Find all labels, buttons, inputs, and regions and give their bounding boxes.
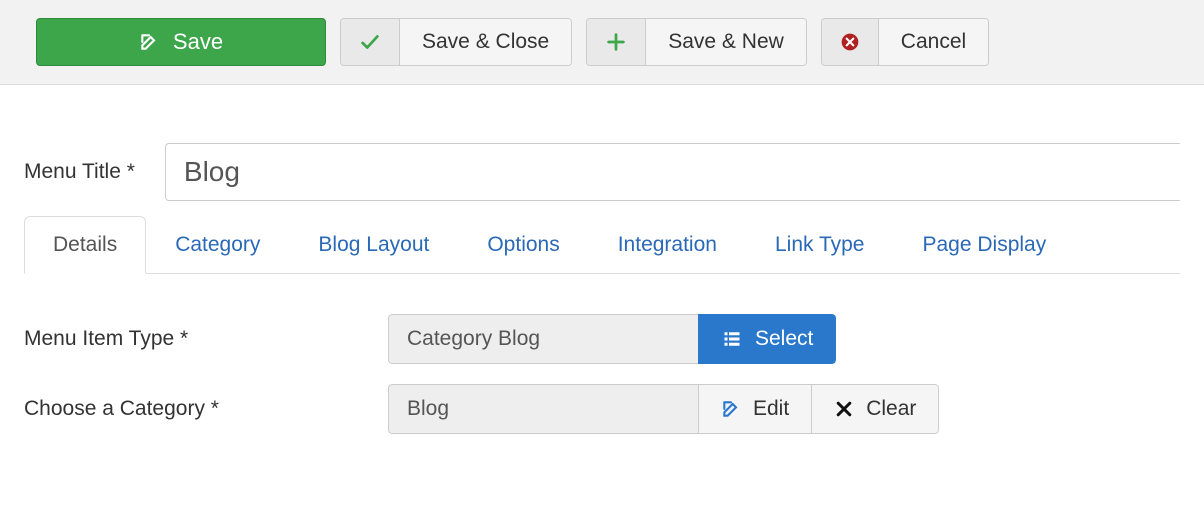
edit-icon — [721, 399, 741, 419]
plus-icon — [587, 19, 646, 65]
save-new-button[interactable]: Save & New — [586, 18, 807, 66]
check-icon — [341, 19, 400, 65]
tab-blog-layout[interactable]: Blog Layout — [289, 216, 458, 274]
save-close-button[interactable]: Save & Close — [340, 18, 572, 66]
menu-item-type-group: Category Blog Select — [388, 314, 836, 364]
clear-icon — [834, 399, 854, 419]
tab-integration[interactable]: Integration — [589, 216, 746, 274]
tab-page-display[interactable]: Page Display — [893, 216, 1075, 274]
select-type-label: Select — [755, 327, 813, 351]
save-close-label: Save & Close — [400, 19, 571, 65]
tab-link-type[interactable]: Link Type — [746, 216, 894, 274]
choose-category-value: Blog — [388, 384, 698, 434]
tab-details[interactable]: Details — [24, 216, 146, 274]
cancel-icon — [822, 19, 879, 65]
choose-category-group: Blog Edit Clear — [388, 384, 939, 434]
edit-category-label: Edit — [753, 397, 789, 421]
list-icon — [721, 330, 743, 348]
menu-title-label: Menu Title * — [24, 160, 135, 184]
tab-category[interactable]: Category — [146, 216, 289, 274]
tab-options[interactable]: Options — [458, 216, 588, 274]
tabs: Details Category Blog Layout Options Int… — [24, 215, 1180, 274]
clear-category-button[interactable]: Clear — [811, 384, 939, 434]
edit-category-button[interactable]: Edit — [698, 384, 811, 434]
menu-item-type-label: Menu Item Type * — [24, 327, 364, 351]
save-button-label: Save — [173, 29, 223, 55]
select-type-button[interactable]: Select — [698, 314, 836, 364]
cancel-button[interactable]: Cancel — [821, 18, 989, 66]
menu-item-type-row: Menu Item Type * Category Blog Select — [24, 314, 1180, 364]
menu-title-row: Menu Title * — [24, 143, 1180, 201]
clear-category-label: Clear — [866, 397, 916, 421]
choose-category-label: Choose a Category * — [24, 397, 364, 421]
cancel-label: Cancel — [879, 19, 988, 65]
save-new-label: Save & New — [646, 19, 806, 65]
pencil-square-icon — [139, 32, 159, 52]
toolbar: Save Save & Close Save & New Cancel — [0, 0, 1204, 85]
save-button[interactable]: Save — [36, 18, 326, 66]
form-area: Menu Title * Details Category Blog Layou… — [0, 85, 1204, 474]
menu-item-type-value: Category Blog — [388, 314, 698, 364]
menu-title-input[interactable] — [165, 143, 1180, 201]
tab-content-details: Menu Item Type * Category Blog Select Ch… — [24, 274, 1180, 474]
choose-category-row: Choose a Category * Blog Edit Clear — [24, 384, 1180, 434]
